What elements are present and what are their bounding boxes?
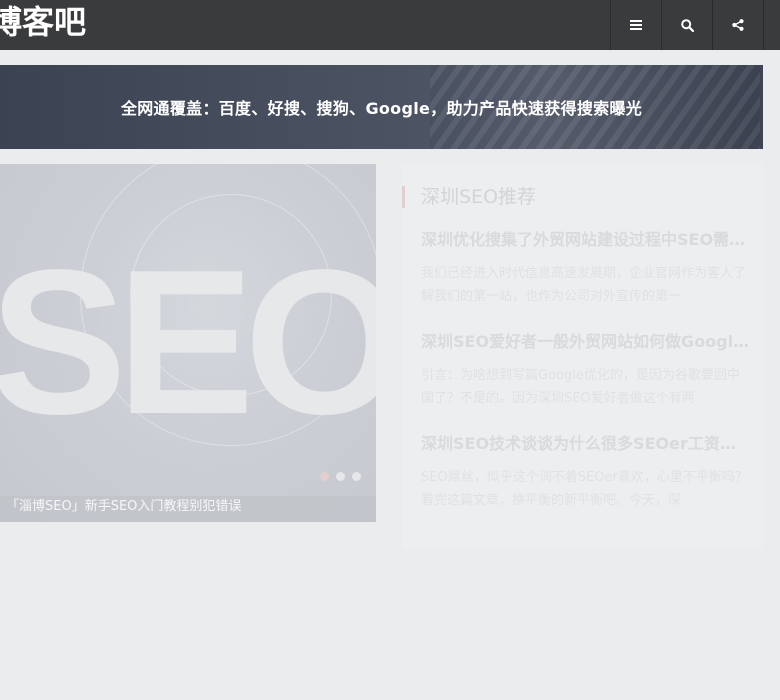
featured-slider[interactable]: SEO 「淄博SEO」新手SEO入门教程别犯错误 [0, 164, 376, 522]
slider-dot[interactable] [320, 472, 329, 481]
list-item: 深圳优化搜集了外贸网站建设过程中SEO需要注意的事项 我们已经进入时代信息高速发… [421, 230, 751, 308]
menu-icon [630, 20, 642, 30]
site-logo[interactable]: 博客吧 [0, 0, 86, 48]
search-icon [680, 18, 694, 32]
search-button[interactable] [661, 0, 712, 50]
share-button[interactable] [712, 0, 763, 50]
slider-dot[interactable] [336, 472, 345, 481]
top-header: 博客吧 [0, 0, 780, 50]
list-item: 深圳SEO技术谈谈为什么很多SEOer工资那么低 SEO屌丝，似乎这个词不着SE… [421, 434, 751, 512]
post-title[interactable]: 深圳SEO技术谈谈为什么很多SEOer工资那么低 [421, 434, 751, 454]
post-title[interactable]: 深圳优化搜集了外贸网站建设过程中SEO需要注意的事项 [421, 230, 751, 250]
slider-dot[interactable] [352, 472, 361, 481]
panel-title: 深圳SEO推荐 [402, 186, 536, 208]
promo-banner[interactable]: 全网通覆盖：百度、好搜、搜狗、Google，助力产品快速获得搜索曝光 [0, 65, 763, 149]
slide-image-text: SEO [0, 227, 376, 457]
header-divider [763, 0, 780, 50]
menu-button[interactable] [610, 0, 661, 50]
slide-caption[interactable]: 「淄博SEO」新手SEO入门教程别犯错误 [0, 496, 376, 522]
list-item: 深圳SEO爱好者一般外贸网站如何做Google优化 引言：为啥想到写篇Googl… [421, 332, 751, 410]
post-title[interactable]: 深圳SEO爱好者一般外贸网站如何做Google优化 [421, 332, 751, 352]
banner-text: 全网通覆盖：百度、好搜、搜狗、Google，助力产品快速获得搜索曝光 [120, 99, 643, 118]
post-excerpt: SEO屌丝，似乎这个词不着SEOer喜欢，心里不平衡吗？看完这篇文章，换平衡的新… [421, 470, 748, 508]
recommend-panel: 深圳SEO推荐 深圳优化搜集了外贸网站建设过程中SEO需要注意的事项 我们已经进… [402, 164, 763, 550]
slider-dots [320, 472, 361, 481]
share-icon [732, 19, 744, 31]
post-excerpt: 引言：为啥想到写篇Google优化的，是因为谷歌要回中国了？不是的。因为深圳SE… [421, 368, 740, 406]
post-excerpt: 我们已经进入时代信息高速发展期，企业官网作为客人了解我们的第一站，也作为公司对外… [421, 266, 747, 304]
